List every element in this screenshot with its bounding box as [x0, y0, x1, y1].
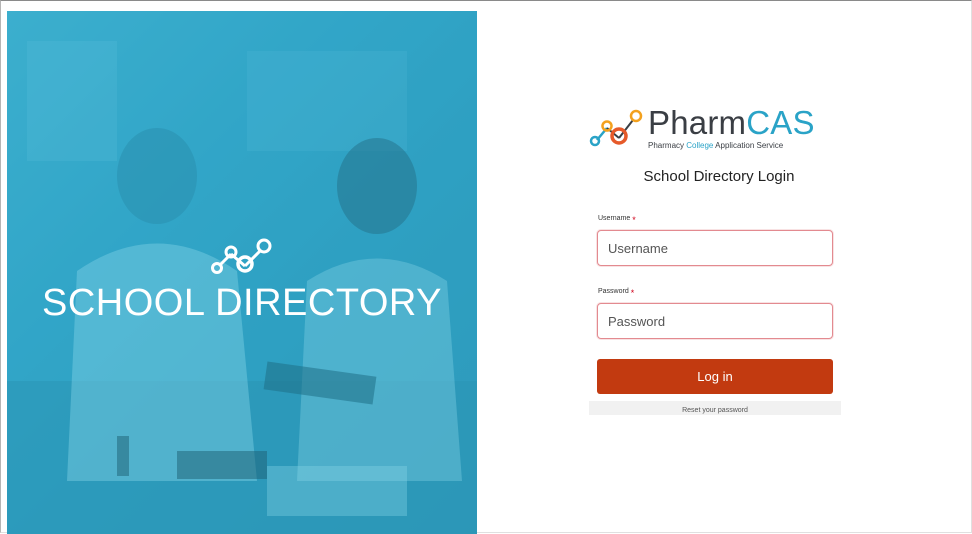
username-field-group: Username * [589, 215, 841, 266]
brand-subtitle-part1: Pharmacy [648, 141, 687, 150]
login-panel: PharmCAS Pharmacy College Application Se… [589, 106, 841, 415]
username-label-text: Username [598, 215, 631, 222]
brand-subtitle-part2: Application Service [713, 141, 784, 150]
pharmcas-logo-icon [589, 109, 643, 147]
brand-subtitle-accent: College [686, 141, 714, 150]
brand-subtitle: Pharmacy College Application Service [648, 142, 815, 150]
hero-title: SCHOOL DIRECTORY [41, 282, 443, 324]
reset-password-bar: Reset your password [589, 401, 841, 415]
page-frame: SCHOOL DIRECTORY PharmCAS Pharmacy Colle… [0, 0, 972, 534]
username-label: Username * [598, 215, 841, 225]
password-label: Password * [598, 288, 841, 298]
password-input[interactable] [597, 303, 833, 339]
password-label-text: Password [598, 288, 629, 295]
login-heading: School Directory Login [643, 168, 795, 185]
hero-panel: SCHOOL DIRECTORY [7, 11, 477, 534]
brand-name-accent: CAS [746, 104, 815, 141]
molecule-logo-icon [211, 238, 272, 274]
brand-wordmark: PharmCAS Pharmacy College Application Se… [648, 106, 815, 150]
login-button[interactable]: Log in [597, 359, 833, 394]
password-field-group: Password * [589, 288, 841, 339]
username-required-mark: * [632, 215, 636, 225]
password-required-mark: * [630, 288, 635, 298]
pharmcas-brand: PharmCAS Pharmacy College Application Se… [589, 106, 841, 150]
brand-name: PharmCAS [648, 106, 815, 139]
reset-password-link[interactable]: Reset your password [682, 407, 748, 414]
username-input[interactable] [597, 230, 833, 266]
hero-title-group: SCHOOL DIRECTORY [7, 236, 477, 325]
brand-name-main: Pharm [648, 104, 747, 141]
